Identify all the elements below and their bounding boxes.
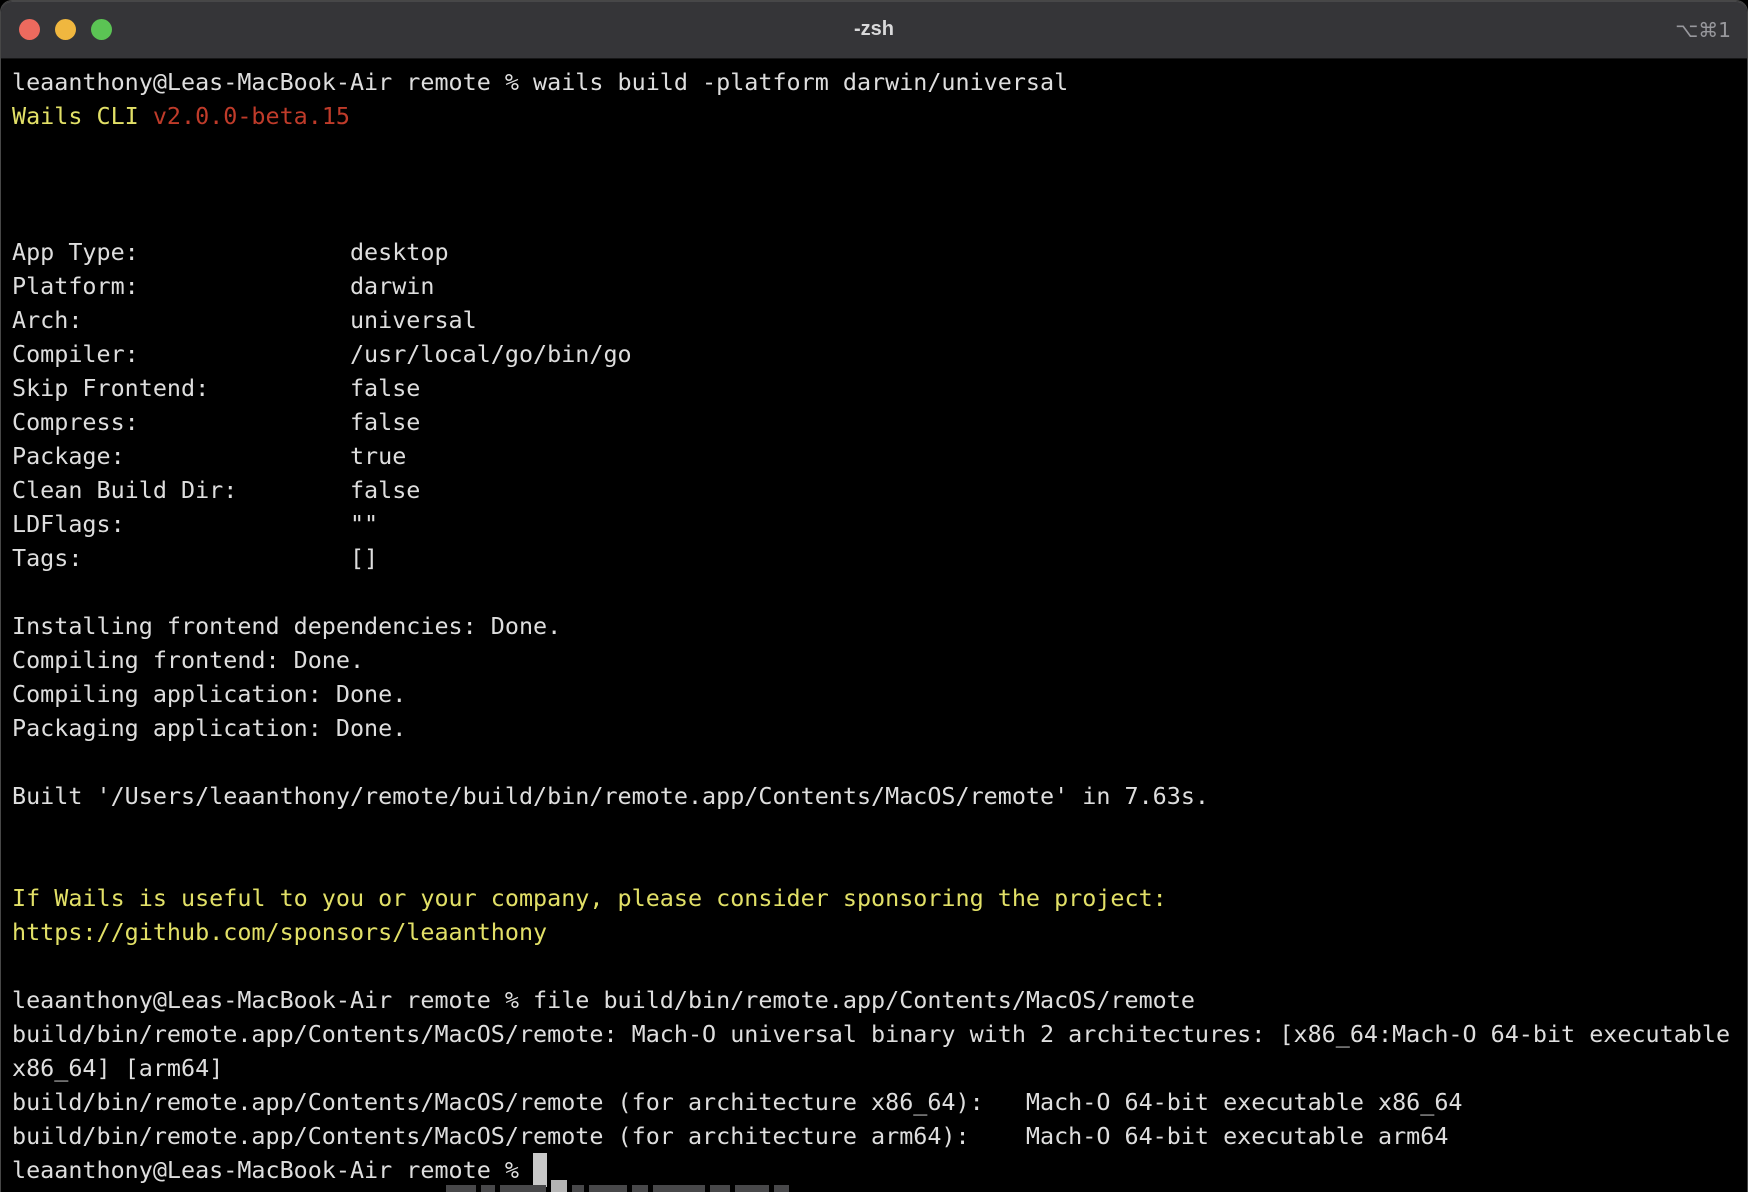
terminal-text: Arch: universal xyxy=(12,306,477,334)
terminal-text: build/bin/remote.app/Contents/MacOS/remo… xyxy=(12,1020,1730,1048)
terminal-text: Installing frontend dependencies: Done. xyxy=(12,612,561,640)
terminal-window: -zsh ⌥⌘1 leaanthony@Leas-MacBook-Air rem… xyxy=(0,0,1748,1192)
terminal-line: Wails CLI v2.0.0-beta.15 xyxy=(12,99,1736,133)
terminal-text: build/bin/remote.app/Contents/MacOS/remo… xyxy=(12,1088,1462,1116)
terminal-line: Arch: universal xyxy=(12,303,1736,337)
terminal-text: leaanthony@Leas-MacBook-Air remote % wai… xyxy=(12,68,1068,96)
terminal-line: Compress: false xyxy=(12,405,1736,439)
terminal-text: Compiling frontend: Done. xyxy=(12,646,364,674)
terminal-line: App Type: desktop xyxy=(12,235,1736,269)
traffic-lights xyxy=(19,19,112,40)
terminal-line xyxy=(12,201,1736,235)
terminal-line: Compiler: /usr/local/go/bin/go xyxy=(12,337,1736,371)
terminal-line xyxy=(12,813,1736,847)
terminal-line: Installing frontend dependencies: Done. xyxy=(12,609,1736,643)
window-shortcut-label: ⌥⌘1 xyxy=(1675,18,1731,42)
terminal-line: Compiling application: Done. xyxy=(12,677,1736,711)
terminal-line: Tags: [] xyxy=(12,541,1736,575)
terminal-line xyxy=(12,167,1736,201)
terminal-line: leaanthony@Leas-MacBook-Air remote % wai… xyxy=(12,65,1736,99)
terminal-text: Packaging application: Done. xyxy=(12,714,406,742)
titlebar[interactable]: -zsh ⌥⌘1 xyxy=(1,1,1747,59)
terminal-line: leaanthony@Leas-MacBook-Air remote % fil… xyxy=(12,983,1736,1017)
terminal-line: build/bin/remote.app/Contents/MacOS/remo… xyxy=(12,1017,1736,1051)
terminal-text: LDFlags: "" xyxy=(12,510,378,538)
terminal-line: https://github.com/sponsors/leaanthony xyxy=(12,915,1736,949)
terminal-output[interactable]: leaanthony@Leas-MacBook-Air remote % wai… xyxy=(1,59,1747,1187)
terminal-line: x86_64] [arm64] xyxy=(12,1051,1736,1085)
terminal-text: Built '/Users/leaanthony/remote/build/bi… xyxy=(12,782,1209,810)
terminal-text: Skip Frontend: false xyxy=(12,374,420,402)
terminal-line: build/bin/remote.app/Contents/MacOS/remo… xyxy=(12,1085,1736,1119)
terminal-text: Platform: darwin xyxy=(12,272,434,300)
window-title: -zsh xyxy=(1,18,1747,41)
terminal-line xyxy=(12,847,1736,881)
terminal-line: Platform: darwin xyxy=(12,269,1736,303)
terminal-line: Clean Build Dir: false xyxy=(12,473,1736,507)
terminal-line xyxy=(12,745,1736,779)
terminal-line: LDFlags: "" xyxy=(12,507,1736,541)
terminal-text: leaanthony@Leas-MacBook-Air remote % fil… xyxy=(12,986,1195,1014)
terminal-text: Compiling application: Done. xyxy=(12,680,406,708)
terminal-line: leaanthony@Leas-MacBook-Air remote % xyxy=(12,1153,1736,1187)
minimize-button[interactable] xyxy=(55,19,76,40)
terminal-line: Built '/Users/leaanthony/remote/build/bi… xyxy=(12,779,1736,813)
terminal-line: If Wails is useful to you or your compan… xyxy=(12,881,1736,915)
zoom-button[interactable] xyxy=(91,19,112,40)
terminal-text: v2.0.0-beta.15 xyxy=(153,102,350,130)
terminal-line xyxy=(12,949,1736,983)
background-window-artifact xyxy=(446,1180,789,1192)
terminal-text: App Type: desktop xyxy=(12,238,449,266)
terminal-text: If Wails is useful to you or your compan… xyxy=(12,884,1167,912)
terminal-text: build/bin/remote.app/Contents/MacOS/remo… xyxy=(12,1122,1448,1150)
terminal-text: Tags: [] xyxy=(12,544,378,572)
terminal-line: Skip Frontend: false xyxy=(12,371,1736,405)
terminal-line: build/bin/remote.app/Contents/MacOS/remo… xyxy=(12,1119,1736,1153)
terminal-line: Packaging application: Done. xyxy=(12,711,1736,745)
terminal-line: Compiling frontend: Done. xyxy=(12,643,1736,677)
terminal-text: Clean Build Dir: false xyxy=(12,476,420,504)
terminal-line xyxy=(12,133,1736,167)
terminal-text: Package: true xyxy=(12,442,406,470)
terminal-text: Compress: false xyxy=(12,408,420,436)
terminal-text: Wails CLI xyxy=(12,102,153,130)
terminal-line xyxy=(12,575,1736,609)
close-button[interactable] xyxy=(19,19,40,40)
terminal-text: x86_64] [arm64] xyxy=(12,1054,223,1082)
terminal-text: Compiler: /usr/local/go/bin/go xyxy=(12,340,632,368)
terminal-line: Package: true xyxy=(12,439,1736,473)
terminal-text: https://github.com/sponsors/leaanthony xyxy=(12,918,547,946)
